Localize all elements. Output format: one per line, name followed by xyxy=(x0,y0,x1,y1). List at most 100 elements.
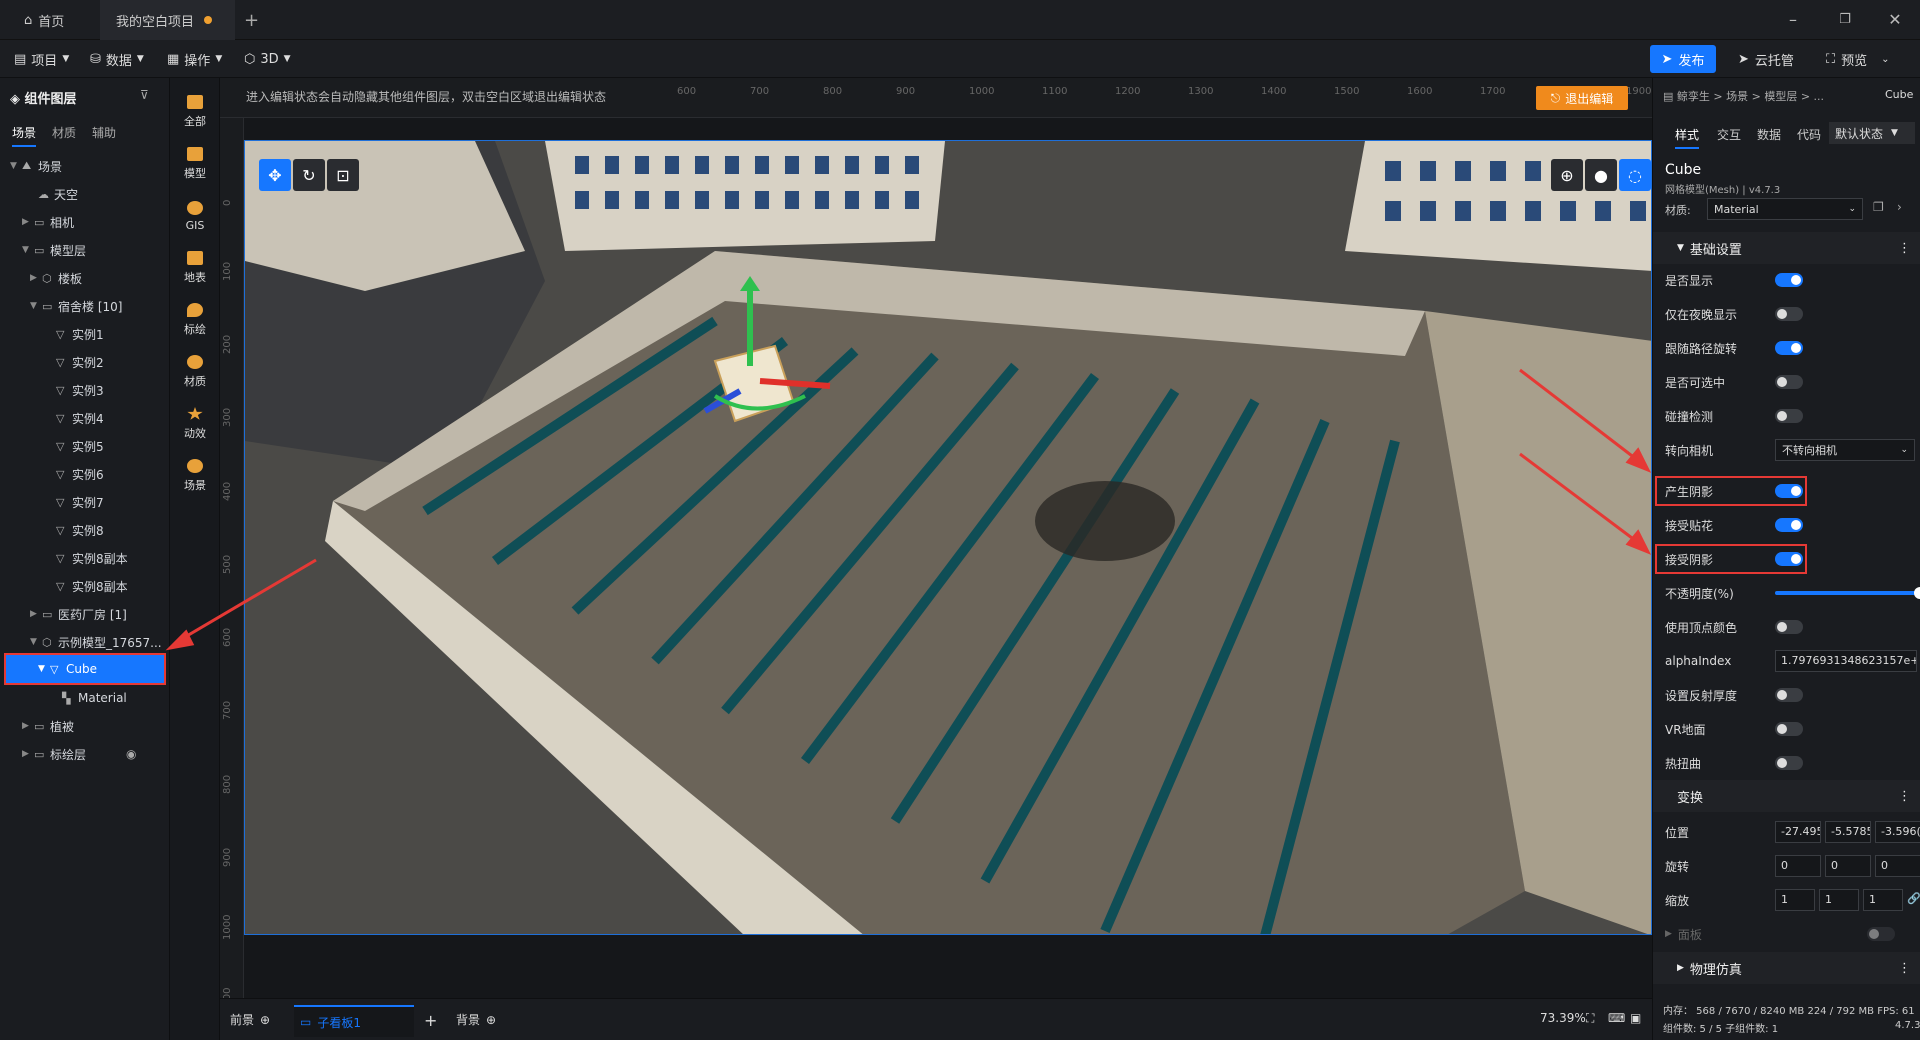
tab-code[interactable]: 代码 xyxy=(1797,126,1821,143)
state-select[interactable]: 默认状态 ▼ xyxy=(1829,122,1915,144)
menu-project[interactable]: ▤ 项目 ▼ xyxy=(14,49,69,69)
alphaindex-input[interactable]: 1.7976931348623157e+308 xyxy=(1775,650,1917,672)
tree-item-instance[interactable]: ▽ 实例8副本 xyxy=(56,545,128,571)
fit-screen-icon[interactable]: ⛶ xyxy=(1586,1011,1594,1026)
section-transform[interactable]: 变换 ⋮ xyxy=(1653,780,1920,812)
scale-z-input[interactable]: 1 xyxy=(1863,889,1903,911)
receive-shadow-toggle[interactable] xyxy=(1775,552,1803,566)
exit-edit-button[interactable]: ⎋ 退出编辑 xyxy=(1536,86,1628,110)
world-view-button[interactable]: ◌ xyxy=(1619,159,1651,191)
vr-ground-toggle[interactable] xyxy=(1775,722,1803,736)
opacity-slider-handle[interactable] xyxy=(1914,587,1920,599)
tree-item-instance[interactable]: ▽ 实例3 xyxy=(56,377,104,403)
tab-style[interactable]: 样式 xyxy=(1675,126,1700,149)
tree-item-instance[interactable]: ▽ 实例2 xyxy=(56,349,104,375)
rail-terrain[interactable]: 地表 xyxy=(170,242,220,294)
menu-operate[interactable]: ▦ 操作 ▼ xyxy=(167,49,222,69)
tree-item-instance[interactable]: ▽ 实例1 xyxy=(56,321,104,347)
tab-home[interactable]: ⌂ 首页 xyxy=(10,0,90,40)
heat-distort-toggle[interactable] xyxy=(1775,756,1803,770)
more-icon[interactable]: ⋮ xyxy=(1898,961,1911,976)
reflect-thickness-toggle[interactable] xyxy=(1775,688,1803,702)
visible-toggle[interactable] xyxy=(1775,273,1803,287)
rail-gis[interactable]: GIS xyxy=(170,190,220,242)
preview-button[interactable]: ⛶ 预览 ⌄ xyxy=(1826,45,1890,73)
section-basic[interactable]: ▼ 基础设置 ⋮ xyxy=(1653,232,1920,264)
add-circle-icon[interactable]: ⊕ xyxy=(260,1013,270,1027)
tree-item-plot-layer[interactable]: ▶ ▭ 标绘层 ◉ xyxy=(22,741,137,767)
opacity-slider-track[interactable] xyxy=(1775,587,1920,599)
menu-data[interactable]: ⛁ 数据 ▼ xyxy=(90,49,144,69)
tree-item-instance[interactable]: ▽ 实例6 xyxy=(56,461,104,487)
publish-button[interactable]: ➤ 发布 xyxy=(1650,45,1716,73)
vertex-color-toggle[interactable] xyxy=(1775,620,1803,634)
cloud-button[interactable]: ➤ 云托管 xyxy=(1738,45,1794,73)
cast-shadow-toggle[interactable] xyxy=(1775,484,1803,498)
rotation-x-input[interactable]: 0 xyxy=(1775,855,1821,877)
collision-toggle[interactable] xyxy=(1775,409,1803,423)
more-icon[interactable]: ⋮ xyxy=(1898,789,1911,804)
local-view-button[interactable]: ● xyxy=(1585,159,1617,191)
tree-item-camera[interactable]: ▶ ▭ 相机 xyxy=(22,209,74,235)
tab-interaction[interactable]: 交互 xyxy=(1717,126,1741,143)
copy-icon[interactable]: ❐ xyxy=(1873,200,1884,214)
close-icon[interactable]: ✕ xyxy=(1882,8,1908,32)
tree-item-instance[interactable]: ▽ 实例8 xyxy=(56,517,104,543)
tree-item-vegetation[interactable]: ▶ ▭ 植被 xyxy=(22,713,74,739)
face-camera-select[interactable]: 不转向相机 ⌄ xyxy=(1775,439,1915,461)
new-tab-button[interactable]: + xyxy=(244,0,264,40)
hidden-eye-icon[interactable]: ◉ xyxy=(126,747,136,761)
scale-y-input[interactable]: 1 xyxy=(1819,889,1859,911)
restore-icon[interactable]: ❐ xyxy=(1832,8,1858,32)
rail-effect[interactable]: 动效 xyxy=(170,398,220,450)
subtab-scene[interactable]: 场景 xyxy=(12,124,37,147)
rail-plot[interactable]: 标绘 xyxy=(170,294,220,346)
tree-item-floor[interactable]: ▶ ⬡ 楼板 xyxy=(30,265,82,291)
tree-item-cube[interactable]: ▼ ▽ Cube xyxy=(4,653,166,685)
rail-scene[interactable]: 场景 xyxy=(170,450,220,502)
menu-mode[interactable]: ⬡ 3D ▼ xyxy=(244,49,291,69)
tab-background[interactable]: 背景 ⊕ xyxy=(456,1011,496,1028)
tree-item-scene[interactable]: ▼ ⛰ 场景 xyxy=(10,153,62,179)
subtab-material[interactable]: 材质 xyxy=(52,124,76,141)
tree-item-material[interactable]: ▚ Material xyxy=(62,685,127,711)
rotation-z-input[interactable]: 0 xyxy=(1875,855,1920,877)
receive-decal-toggle[interactable] xyxy=(1775,518,1803,532)
night-only-toggle[interactable] xyxy=(1775,307,1803,321)
more-icon[interactable]: ⋮ xyxy=(1898,241,1911,256)
tree-item-instance[interactable]: ▽ 实例7 xyxy=(56,489,104,515)
scale-x-input[interactable]: 1 xyxy=(1775,889,1815,911)
section-physics[interactable]: ▶ 物理仿真 ⋮ xyxy=(1653,952,1920,984)
tab-foreground[interactable]: 前景 ⊕ xyxy=(230,1011,270,1028)
tab-subboard[interactable]: ▭ 子看板1 xyxy=(294,1005,414,1037)
add-circle-icon[interactable]: ⊕ xyxy=(486,1013,496,1027)
position-y-input[interactable]: -5.5785 xyxy=(1825,821,1871,843)
selectable-toggle[interactable] xyxy=(1775,375,1803,389)
keyboard-icon[interactable]: ⌨ xyxy=(1608,1011,1625,1025)
path-rotate-toggle[interactable] xyxy=(1775,341,1803,355)
minimize-icon[interactable]: – xyxy=(1780,8,1806,32)
tree-item-instance[interactable]: ▽ 实例4 xyxy=(56,405,104,431)
chevron-right-icon[interactable]: › xyxy=(1897,200,1902,214)
rotation-y-input[interactable]: 0 xyxy=(1825,855,1871,877)
tree-item-model-layer[interactable]: ▼ ▭ 模型层 xyxy=(22,237,86,263)
scale-tool-button[interactable]: ⊡ xyxy=(327,159,359,191)
tree-item-instance[interactable]: ▽ 实例5 xyxy=(56,433,104,459)
tree-item-factory[interactable]: ▶ ▭ 医药厂房 [1] xyxy=(30,601,127,627)
tab-project[interactable]: 我的空白项目 xyxy=(100,0,235,40)
rail-all[interactable]: 全部 xyxy=(170,86,220,138)
tree-item-sample-model[interactable]: ▼ ⬡ 示例模型_17657... xyxy=(30,629,162,655)
rotate-tool-button[interactable]: ↻ xyxy=(293,159,325,191)
tab-data[interactable]: 数据 xyxy=(1757,126,1781,143)
position-z-input[interactable]: -3.596( xyxy=(1875,821,1920,843)
tree-item-instance[interactable]: ▽ 实例8副本 xyxy=(56,573,128,599)
terminal-icon[interactable]: ▣ xyxy=(1630,1011,1641,1025)
tree-item-sky[interactable]: ☁ 天空 xyxy=(38,181,78,207)
globe-view-button[interactable]: ⊕ xyxy=(1551,159,1583,191)
link-icon[interactable]: 🔗 xyxy=(1907,892,1920,905)
add-board-button[interactable]: + xyxy=(424,1011,437,1030)
filter-icon[interactable]: ⊽ xyxy=(140,88,149,102)
subtab-aux[interactable]: 辅助 xyxy=(92,124,116,141)
position-x-input[interactable]: -27.495 xyxy=(1775,821,1821,843)
rail-model[interactable]: 模型 xyxy=(170,138,220,190)
